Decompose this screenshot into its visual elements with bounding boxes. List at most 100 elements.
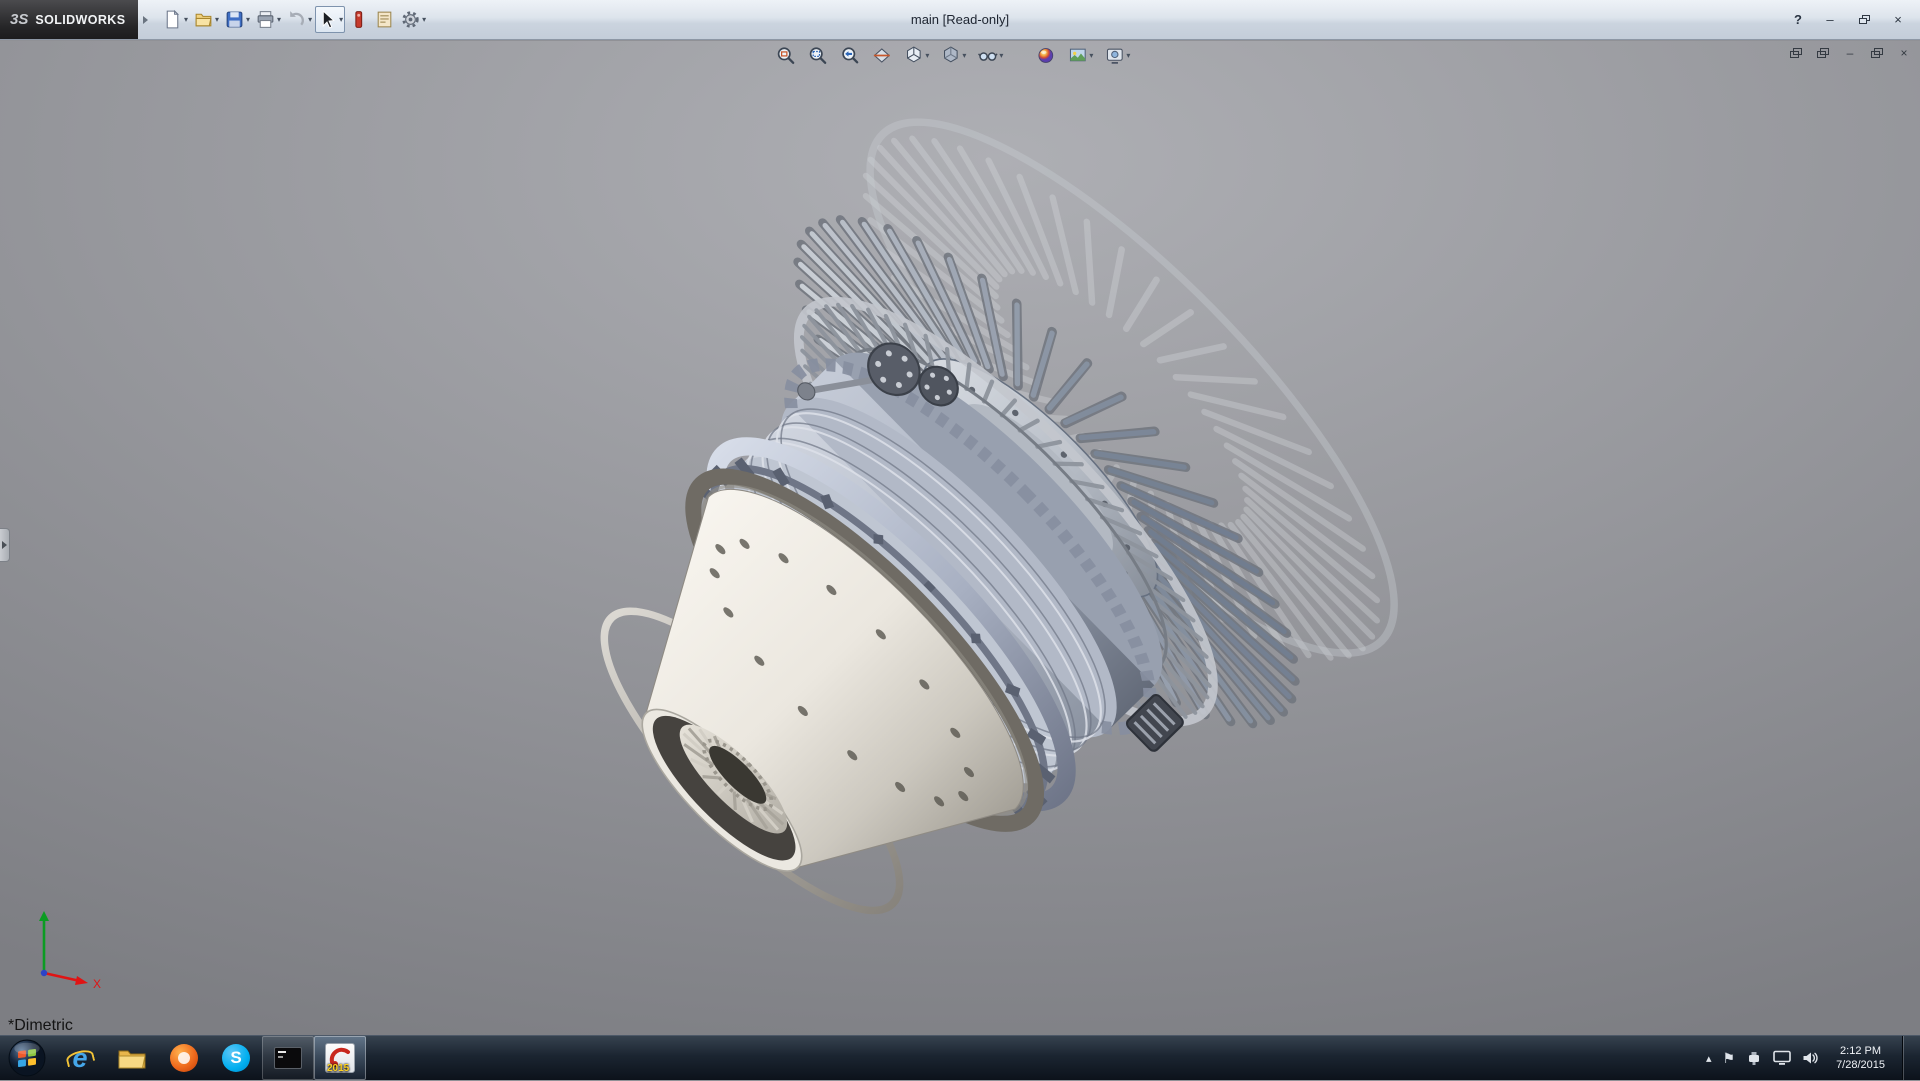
apply-scene-icon bbox=[1067, 45, 1088, 66]
print-button[interactable]: ▾ bbox=[253, 6, 283, 33]
doc-restore-button[interactable] bbox=[1867, 44, 1887, 62]
hide-show-glasses-icon bbox=[977, 45, 998, 66]
chevron-down-icon[interactable]: ▾ bbox=[925, 52, 929, 60]
display-style-button[interactable]: ▾ bbox=[939, 44, 967, 67]
rebuild-icon bbox=[348, 9, 369, 30]
edit-appearance-sphere-icon bbox=[1035, 45, 1056, 66]
volume-icon[interactable] bbox=[1802, 1050, 1819, 1066]
open-button[interactable]: ▾ bbox=[191, 6, 221, 33]
chevron-down-icon[interactable]: ▾ bbox=[184, 16, 188, 24]
section-view-icon bbox=[871, 45, 892, 66]
taskbar-item-internet-explorer[interactable]: e bbox=[54, 1036, 106, 1080]
doc-minimize-button[interactable]: – bbox=[1840, 44, 1860, 62]
options-button[interactable]: ▾ bbox=[398, 6, 428, 33]
triad-y-arrowhead bbox=[39, 911, 49, 921]
show-desktop-button[interactable] bbox=[1902, 1036, 1916, 1080]
tile-windows-button[interactable] bbox=[1813, 44, 1833, 62]
solidworks-logo: 3S SOLIDWORKS bbox=[0, 0, 138, 39]
previous-view-button[interactable] bbox=[838, 44, 861, 67]
hidden-icons-button[interactable]: ▴ bbox=[1706, 1052, 1712, 1065]
clock-date: 7/28/2015 bbox=[1836, 1058, 1885, 1072]
command-prompt-icon bbox=[274, 1047, 302, 1069]
3ds-logo-icon: 3S bbox=[10, 11, 28, 28]
undo-button[interactable]: ▾ bbox=[284, 6, 314, 33]
restore-icon bbox=[1871, 48, 1883, 58]
solidworks-version-badge: 2015 bbox=[327, 1063, 349, 1074]
options-gear-icon bbox=[400, 9, 421, 30]
taskbar-item-media-player[interactable] bbox=[158, 1036, 210, 1080]
view-orientation-label: *Dimetric bbox=[8, 1017, 73, 1035]
brand-name: SOLIDWORKS bbox=[35, 13, 125, 27]
hide-show-items-button[interactable]: ▾ bbox=[976, 44, 1004, 67]
chevron-down-icon[interactable]: ▾ bbox=[308, 16, 312, 24]
triad-x-label: X bbox=[93, 977, 101, 991]
skype-icon: S bbox=[222, 1044, 250, 1072]
chevron-down-icon[interactable]: ▾ bbox=[422, 16, 426, 24]
tile-windows-icon bbox=[1817, 48, 1829, 58]
file-properties-icon bbox=[374, 9, 395, 30]
restore-icon bbox=[1859, 15, 1870, 24]
start-button[interactable] bbox=[0, 1036, 54, 1081]
model-canvas[interactable] bbox=[0, 41, 1920, 1035]
chevron-down-icon[interactable]: ▾ bbox=[962, 52, 966, 60]
maximize-button[interactable] bbox=[1850, 10, 1878, 30]
chevron-down-icon[interactable]: ▾ bbox=[339, 16, 343, 24]
taskbar-clock[interactable]: 2:12 PM 7/28/2015 bbox=[1830, 1044, 1891, 1073]
close-button[interactable]: × bbox=[1884, 10, 1912, 30]
chevron-down-icon[interactable]: ▾ bbox=[1089, 52, 1093, 60]
taskbar-item-command-prompt[interactable] bbox=[262, 1036, 314, 1080]
new-document-icon bbox=[162, 9, 183, 30]
select-cursor-icon bbox=[317, 9, 338, 30]
chevron-right-icon bbox=[2, 541, 7, 549]
heads-up-view-toolbar: ▾ ▾ ▾ ▾ ▾ bbox=[774, 44, 1131, 67]
system-tray: ▴ ⚑ 2:12 PM 7/28/2015 bbox=[1706, 1036, 1920, 1080]
cascade-windows-icon bbox=[1790, 48, 1802, 58]
zoom-to-fit-button[interactable] bbox=[774, 44, 797, 67]
zoom-to-area-icon bbox=[807, 45, 828, 66]
open-folder-icon bbox=[193, 9, 214, 30]
taskbar-item-solidworks[interactable]: 2015 bbox=[314, 1036, 366, 1080]
chevron-down-icon[interactable]: ▾ bbox=[999, 52, 1003, 60]
taskbar: e S 2015 ▴ ⚑ 2:12 PM 7/28/2015 bbox=[0, 1035, 1920, 1080]
chevron-down-icon[interactable]: ▾ bbox=[277, 16, 281, 24]
new-document-button[interactable]: ▾ bbox=[160, 6, 190, 33]
menu-expand-arrow[interactable] bbox=[138, 8, 152, 32]
view-orientation-button[interactable]: ▾ bbox=[902, 44, 930, 67]
view-settings-button[interactable]: ▾ bbox=[1103, 44, 1131, 67]
usb-device-icon[interactable] bbox=[1746, 1050, 1762, 1066]
chevron-down-icon[interactable]: ▾ bbox=[1126, 52, 1130, 60]
minimize-button[interactable]: – bbox=[1816, 10, 1844, 30]
undo-icon bbox=[286, 9, 307, 30]
chevron-down-icon[interactable]: ▾ bbox=[246, 16, 250, 24]
reference-triad: X bbox=[8, 903, 108, 1003]
zoom-to-area-button[interactable] bbox=[806, 44, 829, 67]
apply-scene-button[interactable]: ▾ bbox=[1066, 44, 1094, 67]
clock-time: 2:12 PM bbox=[1836, 1044, 1885, 1058]
select-button[interactable]: ▾ bbox=[315, 6, 345, 33]
new-window-button[interactable] bbox=[1786, 44, 1806, 62]
chevron-down-icon[interactable]: ▾ bbox=[215, 16, 219, 24]
graphics-viewport[interactable]: ▾ ▾ ▾ ▾ ▾ – × bbox=[0, 41, 1920, 1035]
triad-z-axis bbox=[41, 970, 47, 976]
save-button[interactable]: ▾ bbox=[222, 6, 252, 33]
action-center-flag-icon[interactable]: ⚑ bbox=[1723, 1050, 1736, 1067]
window-title: main [Read-only] bbox=[911, 12, 1009, 27]
taskbar-item-windows-explorer[interactable] bbox=[106, 1036, 158, 1080]
taskbar-item-skype[interactable]: S bbox=[210, 1036, 262, 1080]
internet-explorer-icon: e bbox=[65, 1043, 95, 1073]
triad-x-axis bbox=[44, 973, 80, 981]
windows-start-orb-icon bbox=[8, 1039, 46, 1077]
file-properties-button[interactable] bbox=[372, 6, 397, 33]
display-style-icon bbox=[940, 45, 961, 66]
featuremanager-splitter-handle[interactable] bbox=[0, 528, 10, 562]
edit-appearance-button[interactable] bbox=[1034, 44, 1057, 67]
quick-access-toolbar: ▾ ▾ ▾ ▾ ▾ ▾ ▾ bbox=[160, 6, 428, 33]
document-window-controls: – × bbox=[1786, 44, 1914, 62]
folder-icon bbox=[117, 1045, 147, 1071]
section-view-button[interactable] bbox=[870, 44, 893, 67]
help-button[interactable]: ? bbox=[1786, 12, 1810, 27]
zoom-to-fit-icon bbox=[775, 45, 796, 66]
doc-close-button[interactable]: × bbox=[1894, 44, 1914, 62]
rebuild-button[interactable] bbox=[346, 6, 371, 33]
display-icon[interactable] bbox=[1773, 1050, 1791, 1066]
